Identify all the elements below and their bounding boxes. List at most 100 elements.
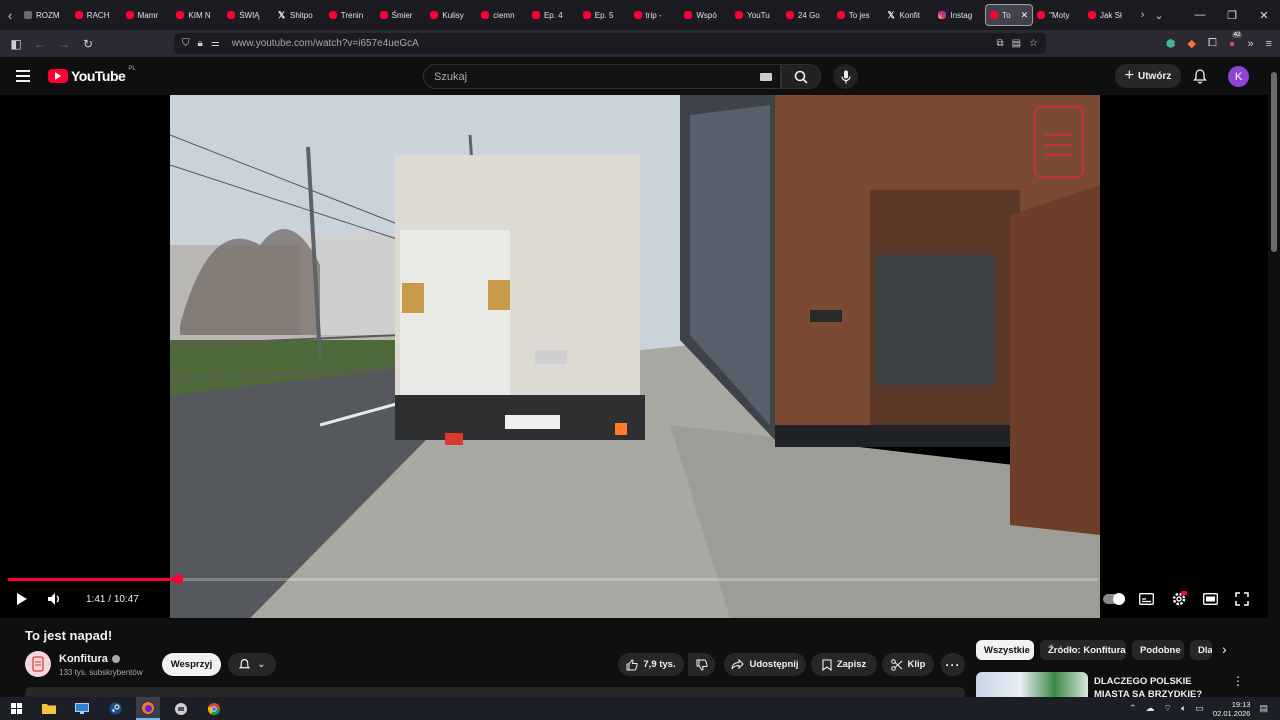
chip-related[interactable]: Podobne	[1132, 640, 1184, 660]
recommendation-menu-icon[interactable]: ⋮	[1232, 674, 1244, 688]
channel-avatar[interactable]	[25, 651, 51, 677]
autoplay-toggle[interactable]	[1103, 593, 1125, 605]
tabs-scroll-right-icon[interactable]: ›	[1141, 9, 1145, 21]
fullscreen-button[interactable]	[1234, 591, 1250, 607]
restore-window-button[interactable]: ❐	[1216, 0, 1248, 30]
video-player[interactable]: 1:41 / 10:47	[0, 95, 1268, 618]
reload-button[interactable]: ↻	[76, 30, 100, 57]
tab-active[interactable]: To ✕	[985, 4, 1034, 26]
notifications-tray-icon[interactable]: ▤	[1259, 703, 1268, 714]
taskbar-app-robot-button[interactable]	[169, 697, 193, 720]
play-button[interactable]	[14, 591, 30, 607]
lock-icon[interactable]: 🔒︎	[198, 38, 203, 49]
start-button[interactable]	[4, 697, 28, 720]
file-explorer-button[interactable]	[37, 697, 61, 720]
miniplayer-button[interactable]	[1202, 591, 1218, 607]
seek-bar[interactable]	[8, 574, 1098, 584]
subscription-notifications-button[interactable]: ⌄	[228, 653, 276, 676]
chrome-button[interactable]	[202, 697, 226, 720]
recommendation-title[interactable]: DLACZEGO POLSKIE MIASTA SĄ BRZYDKIE?	[1094, 675, 1224, 697]
firefox-button[interactable]	[136, 697, 160, 720]
extensions-puzzle-icon[interactable]: ⧠	[1208, 37, 1217, 50]
search-input[interactable]	[434, 70, 734, 83]
like-button[interactable]: 7,9 tys.	[618, 653, 684, 676]
forward-button[interactable]: →	[52, 30, 76, 57]
chip-for-you[interactable]: Dla	[1190, 640, 1212, 660]
tab[interactable]: Trenin	[325, 4, 376, 26]
tray-app-icon[interactable]: ☁	[1146, 703, 1155, 714]
tab[interactable]: RACH	[71, 4, 122, 26]
taskbar-app-monitor-button[interactable]	[70, 697, 94, 720]
tab[interactable]: Ep. 4	[528, 4, 579, 26]
more-tools-icon[interactable]: »	[1247, 38, 1253, 50]
mute-button[interactable]	[46, 591, 64, 607]
tab[interactable]: ciemn	[477, 4, 528, 26]
search-button[interactable]	[781, 64, 821, 89]
share-button[interactable]: Udostępnij	[724, 653, 806, 676]
sidebar-toggle-icon[interactable]: ◧	[4, 30, 28, 57]
tab[interactable]: YouTu	[731, 4, 782, 26]
keyboard-icon[interactable]	[760, 73, 772, 81]
close-window-button[interactable]: ✕	[1248, 0, 1280, 30]
settings-button[interactable]	[1170, 591, 1188, 607]
reader-view-icon[interactable]: ▤	[1012, 38, 1021, 49]
chips-next-icon[interactable]: ›	[1222, 641, 1227, 657]
more-actions-button[interactable]: ···	[941, 653, 965, 676]
dislike-button[interactable]	[688, 653, 715, 676]
tab[interactable]: "Moty	[1033, 4, 1084, 26]
display-tray-icon[interactable]: ▭	[1195, 703, 1204, 714]
create-button[interactable]: + Utwórz	[1115, 64, 1181, 88]
tab[interactable]: trip -	[630, 4, 681, 26]
app-menu-icon[interactable]: ≡	[1266, 38, 1272, 50]
tab[interactable]: Ep. 5	[579, 4, 630, 26]
url-text[interactable]: www.youtube.com/watch?v=i657e4ueGcA	[232, 38, 419, 49]
tab[interactable]: ŚWIĄ	[223, 4, 274, 26]
recommendation-thumbnail[interactable]	[976, 672, 1088, 697]
tabs-scroll-left-icon[interactable]: ‹	[0, 0, 20, 30]
tab[interactable]: Wspó	[680, 4, 731, 26]
extension-fox-icon[interactable]: ◆	[1188, 37, 1196, 50]
notifications-bell-icon[interactable]	[1192, 68, 1208, 84]
save-button[interactable]: Zapisz	[811, 653, 877, 676]
account-avatar[interactable]: K	[1228, 66, 1249, 87]
youtube-logo[interactable]: YouTube PL	[48, 66, 136, 84]
guide-menu-icon[interactable]	[16, 70, 30, 82]
bookmark-star-icon[interactable]: ☆	[1029, 38, 1038, 49]
description-box[interactable]	[25, 687, 965, 697]
support-button[interactable]: Wesprzyj	[162, 653, 221, 676]
tab[interactable]: 24 Go	[782, 4, 833, 26]
scrollbar-thumb[interactable]	[1271, 72, 1277, 252]
tab-close-icon[interactable]: ✕	[1021, 10, 1029, 21]
back-button[interactable]: ←	[28, 30, 52, 57]
chip-source-channel[interactable]: Źródło: Konfitura	[1040, 640, 1126, 660]
extension-shield-icon[interactable]: ⬢	[1166, 37, 1176, 50]
steam-button[interactable]	[103, 697, 127, 720]
video-frame[interactable]	[170, 95, 1100, 618]
tab[interactable]: ROZM	[20, 4, 71, 26]
voice-search-button[interactable]	[833, 64, 858, 89]
tracking-protection-icon[interactable]: ⛉	[182, 38, 190, 49]
minimize-window-button[interactable]: —	[1184, 0, 1216, 30]
volume-tray-icon[interactable]: 🔈︎	[1181, 703, 1186, 714]
tab[interactable]: Mamr	[122, 4, 173, 26]
tray-overflow-icon[interactable]: ⌃	[1129, 703, 1137, 714]
permissions-icon[interactable]: ⚌	[211, 38, 220, 49]
tab[interactable]: Instag	[934, 4, 985, 26]
extension-badge-icon[interactable]: ● 42	[1229, 31, 1243, 50]
address-bar[interactable]: ⛉ 🔒︎ ⚌ www.youtube.com/watch?v=i657e4ueG…	[174, 33, 1046, 54]
tab[interactable]: Śmier	[376, 4, 427, 26]
picture-in-picture-icon[interactable]: ⧉	[996, 38, 1003, 49]
tab[interactable]: KIM N	[172, 4, 223, 26]
search-box[interactable]	[423, 64, 781, 89]
tab[interactable]: Jak Sł	[1084, 4, 1135, 26]
tab[interactable]: Kulisy	[426, 4, 477, 26]
tab-list-dropdown-icon[interactable]: ⌄	[1154, 9, 1163, 22]
clip-button[interactable]: Klip	[882, 653, 934, 676]
network-icon[interactable]: ⌔	[1164, 703, 1172, 714]
page-scrollbar[interactable]	[1268, 57, 1280, 697]
seek-bar-scrubber[interactable]	[173, 574, 184, 584]
taskbar-clock[interactable]: 19:13 02.01.2026	[1213, 700, 1251, 718]
subtitles-button[interactable]	[1138, 591, 1154, 607]
tab[interactable]: To jes	[833, 4, 884, 26]
chip-all[interactable]: Wszystkie	[976, 640, 1034, 660]
